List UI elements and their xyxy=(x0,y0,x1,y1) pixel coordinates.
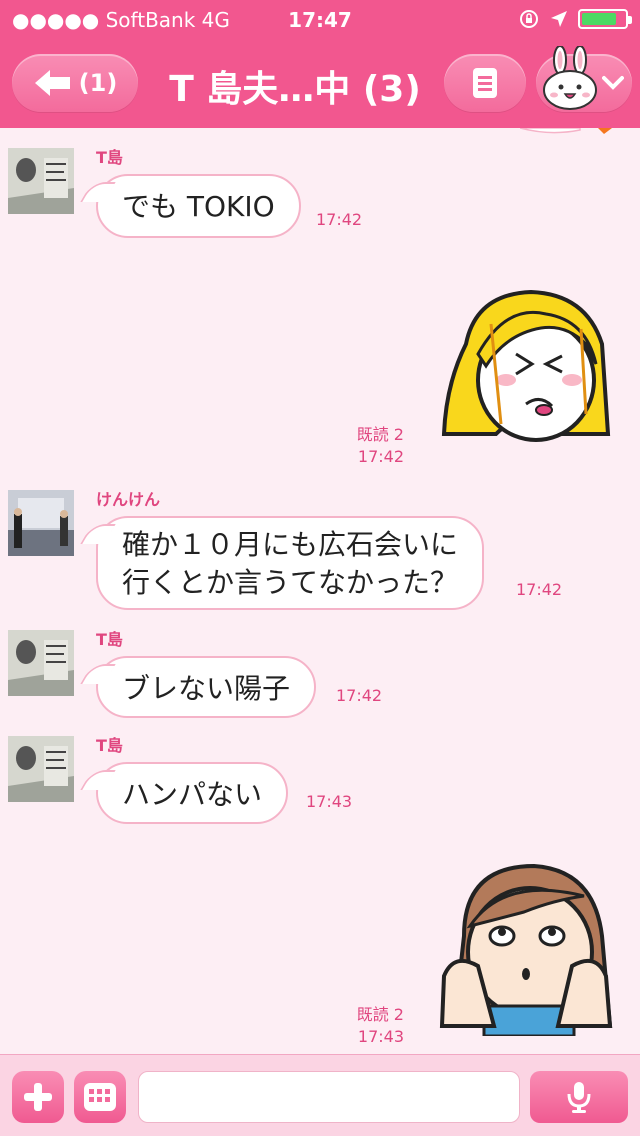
menu-list-icon xyxy=(473,68,497,98)
read-count: 既読 2 xyxy=(356,425,404,444)
message-text: ハンパない xyxy=(122,778,263,811)
sticker-keyboard-button[interactable] xyxy=(74,1071,126,1123)
message-text-line: 確か１０月にも広石会いに xyxy=(122,528,459,561)
sender-name: T島 xyxy=(96,630,123,649)
chat-title: T 島夫…中 (3) xyxy=(169,69,421,110)
profile-dropdown-button[interactable] xyxy=(536,46,632,112)
plus-icon xyxy=(24,1083,52,1111)
back-unread-count: (1) xyxy=(78,69,118,97)
rabbit-avatar-icon xyxy=(543,46,597,110)
voice-message-button[interactable] xyxy=(530,1071,628,1123)
menu-button[interactable] xyxy=(444,54,526,112)
avatar-sender[interactable] xyxy=(8,630,74,696)
keyboard-icon xyxy=(84,1083,116,1111)
read-receipt: 既読 2 17:43 xyxy=(324,1004,404,1048)
sender-name: T島 xyxy=(96,736,123,755)
message-text: ブレない陽子 xyxy=(122,672,291,705)
status-bar: ●●●●● SoftBank 4G 17:47 xyxy=(0,0,640,40)
read-time: 17:42 xyxy=(357,447,404,466)
back-button[interactable]: (1) xyxy=(12,54,138,112)
battery-icon xyxy=(578,9,632,29)
message-text-line: 行くとか言うてなかった？ xyxy=(122,566,459,599)
message-text: でも TOKIO xyxy=(122,190,275,223)
microphone-icon xyxy=(567,1082,591,1113)
avatar-sender[interactable] xyxy=(8,490,74,556)
message-bubble[interactable]: でも TOKIO xyxy=(96,174,301,238)
message-bubble[interactable]: 確か１０月にも広石会いに 行くとか言うてなかった？ xyxy=(96,516,485,610)
message-input[interactable] xyxy=(138,1071,520,1123)
avatar-sender[interactable] xyxy=(8,736,74,802)
chat-area[interactable]: T島 でも TOKIO 17:42 既読 2 17:42 けんけん 確か１０月に… xyxy=(0,128,640,1054)
message-time: 17:42 xyxy=(316,210,363,229)
message-bubble[interactable]: ハンパない xyxy=(96,762,289,824)
sticker-partial xyxy=(520,128,612,134)
read-time: 17:43 xyxy=(357,1027,404,1046)
read-receipt: 既読 2 17:42 xyxy=(324,424,404,468)
sticker-brunette-face[interactable] xyxy=(434,856,614,1036)
chevron-down-icon xyxy=(602,76,624,90)
input-bar xyxy=(0,1054,640,1136)
read-count: 既読 2 xyxy=(356,1005,404,1024)
arrow-left-icon xyxy=(34,70,70,96)
message-time: 17:42 xyxy=(516,580,563,599)
sticker-blonde-face[interactable] xyxy=(436,284,616,444)
status-icons xyxy=(518,8,632,30)
message-bubble[interactable]: ブレない陽子 xyxy=(96,656,317,718)
sender-name: T島 xyxy=(96,148,123,167)
message-time: 17:43 xyxy=(306,792,353,811)
rotation-lock-icon xyxy=(520,10,538,28)
message-time: 17:42 xyxy=(336,686,383,705)
top-bar: ●●●●● SoftBank 4G 17:47 (1) T 島夫…中 (3) xyxy=(0,0,640,128)
avatar-sender[interactable] xyxy=(8,148,74,214)
location-arrow-icon xyxy=(551,11,567,27)
sender-name: けんけん xyxy=(96,490,161,509)
add-button[interactable] xyxy=(12,1071,64,1123)
